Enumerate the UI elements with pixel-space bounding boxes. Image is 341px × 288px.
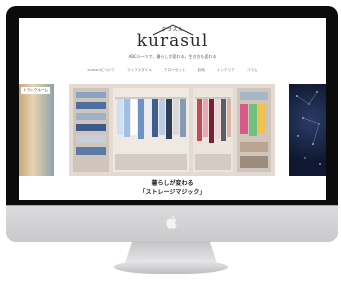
hero-carousel[interactable]: トランクルーム [19, 84, 326, 176]
slide-label: トランクルーム [21, 87, 50, 94]
apple-icon [166, 215, 177, 229]
slide-closet-photo[interactable] [69, 84, 275, 176]
nav-item-about[interactable]: kurasulについて [88, 68, 115, 76]
nav-item-closet[interactable]: クローゼット [164, 68, 186, 76]
brand-logo[interactable]: kurasul [19, 31, 326, 51]
hero-caption-title: 暮らしが変わる [151, 180, 194, 187]
nav-item-column[interactable]: コラム [247, 68, 258, 76]
nav-item-lifestyle[interactable]: ライフスタイル [127, 68, 152, 76]
nav-item-interior[interactable]: インテリア [217, 68, 235, 76]
monitor-stand-base [114, 260, 228, 274]
nav-item-storage[interactable]: 収納 [198, 68, 205, 76]
brand-tagline: ABCルーツで、暮らしが変わる。生き方も変わる [128, 54, 217, 59]
screen: クラスル kurasul ABCルーツで、暮らしが変わる。生き方も変わる kur… [19, 18, 326, 200]
star-map-illustration [296, 91, 321, 165]
slide-trunk-room[interactable]: トランクルーム [19, 84, 54, 176]
hero-caption-subtitle: 「ストレージマジック」 [139, 189, 206, 196]
site-header: クラスル kurasul ABCルーツで、暮らしが変わる。生き方も変わる kur… [19, 18, 326, 80]
main-nav: kurasulについて ライフスタイル クローゼット 収納 インテリア コラム [19, 68, 326, 76]
slide-star-map[interactable] [289, 84, 326, 176]
closet-illustration [69, 84, 275, 176]
